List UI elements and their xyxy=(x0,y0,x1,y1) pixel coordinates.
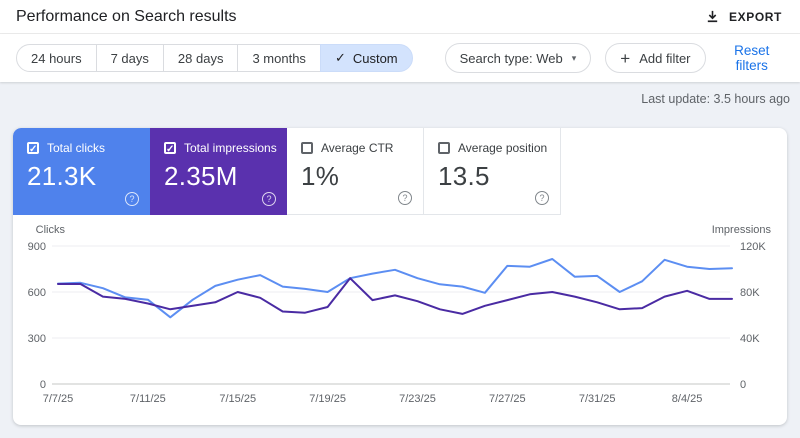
plus-icon: + xyxy=(620,48,631,68)
right-axis-title: Impressions xyxy=(712,224,772,236)
date-range-label: 3 months xyxy=(252,50,306,66)
tile-total-clicks[interactable]: ✓ Total clicks 21.3K ? xyxy=(13,128,150,215)
checkbox-average-ctr[interactable] xyxy=(301,142,313,154)
x-axis-tick-label: 7/27/25 xyxy=(489,393,526,405)
app-bar: Performance on Search results EXPORT xyxy=(0,0,800,34)
search-type-label: Search type: Web xyxy=(459,50,563,66)
export-label: EXPORT xyxy=(729,9,782,24)
x-axis-tick-label: 7/11/25 xyxy=(130,393,166,405)
y-axis-tick-label: 300 xyxy=(28,333,46,345)
x-axis-tick-label: 7/23/25 xyxy=(399,393,436,405)
tile-average-position[interactable]: Average position 13.5 ? xyxy=(424,128,561,215)
x-axis-tick-label: 7/19/25 xyxy=(309,393,346,405)
metric-label: Total impressions xyxy=(184,141,277,155)
metric-value: 1% xyxy=(301,161,340,191)
help-icon[interactable]: ? xyxy=(535,191,549,205)
performance-card: ✓ Total clicks 21.3K ? ✓ Total impressio… xyxy=(13,128,787,425)
chart-area: Clicks Impressions 900 600 300 0 120K 80K 40K 0 7/… xyxy=(13,215,787,425)
metric-label: Average position xyxy=(458,141,548,155)
y-axis-tick-label: 600 xyxy=(28,287,46,299)
left-axis-title: Clicks xyxy=(36,224,66,236)
metric-value: 21.3K xyxy=(27,161,97,191)
tile-average-ctr[interactable]: Average CTR 1% ? xyxy=(287,128,424,215)
performance-chart: Clicks Impressions 900 600 300 0 120K 80K 40K 0 7/… xyxy=(28,224,772,405)
date-range-28-days[interactable]: 28 days xyxy=(162,44,239,72)
add-filter-button[interactable]: + Add filter xyxy=(605,43,706,73)
date-range-custom[interactable]: ✓ Custom xyxy=(319,44,413,72)
metric-tiles: ✓ Total clicks 21.3K ? ✓ Total impressio… xyxy=(13,128,787,215)
y-axis-tick-label: 80K xyxy=(740,287,760,299)
metric-label: Total clicks xyxy=(47,141,106,155)
add-filter-label: Add filter xyxy=(639,50,691,66)
x-axis-tick-label: 7/7/25 xyxy=(43,393,74,405)
search-type-dropdown[interactable]: Search type: Web ▾ xyxy=(444,43,592,73)
download-icon xyxy=(705,9,720,24)
date-range-24-hours[interactable]: 24 hours xyxy=(16,44,97,72)
date-range-label: 7 days xyxy=(110,50,149,66)
date-range-7-days[interactable]: 7 days xyxy=(95,44,164,72)
x-axis-tick-label: 7/15/25 xyxy=(219,393,256,405)
tile-total-impressions[interactable]: ✓ Total impressions 2.35M ? xyxy=(150,128,287,215)
metric-label: Average CTR xyxy=(321,141,394,155)
checkbox-total-impressions[interactable]: ✓ xyxy=(164,142,176,155)
y-axis-tick-label: 40K xyxy=(740,333,760,345)
x-axis-tick-label: 7/31/25 xyxy=(579,393,616,405)
help-icon[interactable]: ? xyxy=(262,192,276,206)
filter-bar: 24 hours 7 days 28 days 3 months ✓ Custo… xyxy=(0,34,800,82)
page-title: Performance on Search results xyxy=(16,7,237,25)
checkbox-average-position[interactable] xyxy=(438,142,450,154)
y-axis-tick-label: 120K xyxy=(740,241,766,253)
help-icon[interactable]: ? xyxy=(125,192,139,206)
date-range-group: 24 hours 7 days 28 days 3 months ✓ Custo… xyxy=(16,44,413,72)
y-axis-tick-label: 0 xyxy=(40,379,46,391)
date-range-label: 24 hours xyxy=(31,50,82,66)
x-axis-tick-label: 8/4/25 xyxy=(672,393,703,405)
chevron-down-icon: ▾ xyxy=(571,52,577,63)
reset-filters-link[interactable]: Reset filters xyxy=(720,39,784,77)
help-icon[interactable]: ? xyxy=(398,191,412,205)
metric-value: 2.35M xyxy=(164,161,238,191)
check-icon: ✓ xyxy=(334,50,346,65)
export-button[interactable]: EXPORT xyxy=(699,5,788,28)
date-range-3-months[interactable]: 3 months xyxy=(237,44,321,72)
checkbox-total-clicks[interactable]: ✓ xyxy=(27,142,39,155)
y-axis-tick-label: 900 xyxy=(28,241,46,253)
last-update-text: Last update: 3.5 hours ago xyxy=(641,92,790,106)
y-axis-tick-label: 0 xyxy=(740,379,746,391)
date-range-label: 28 days xyxy=(177,50,224,66)
date-range-label: Custom xyxy=(352,50,398,66)
metric-value: 13.5 xyxy=(438,161,490,191)
